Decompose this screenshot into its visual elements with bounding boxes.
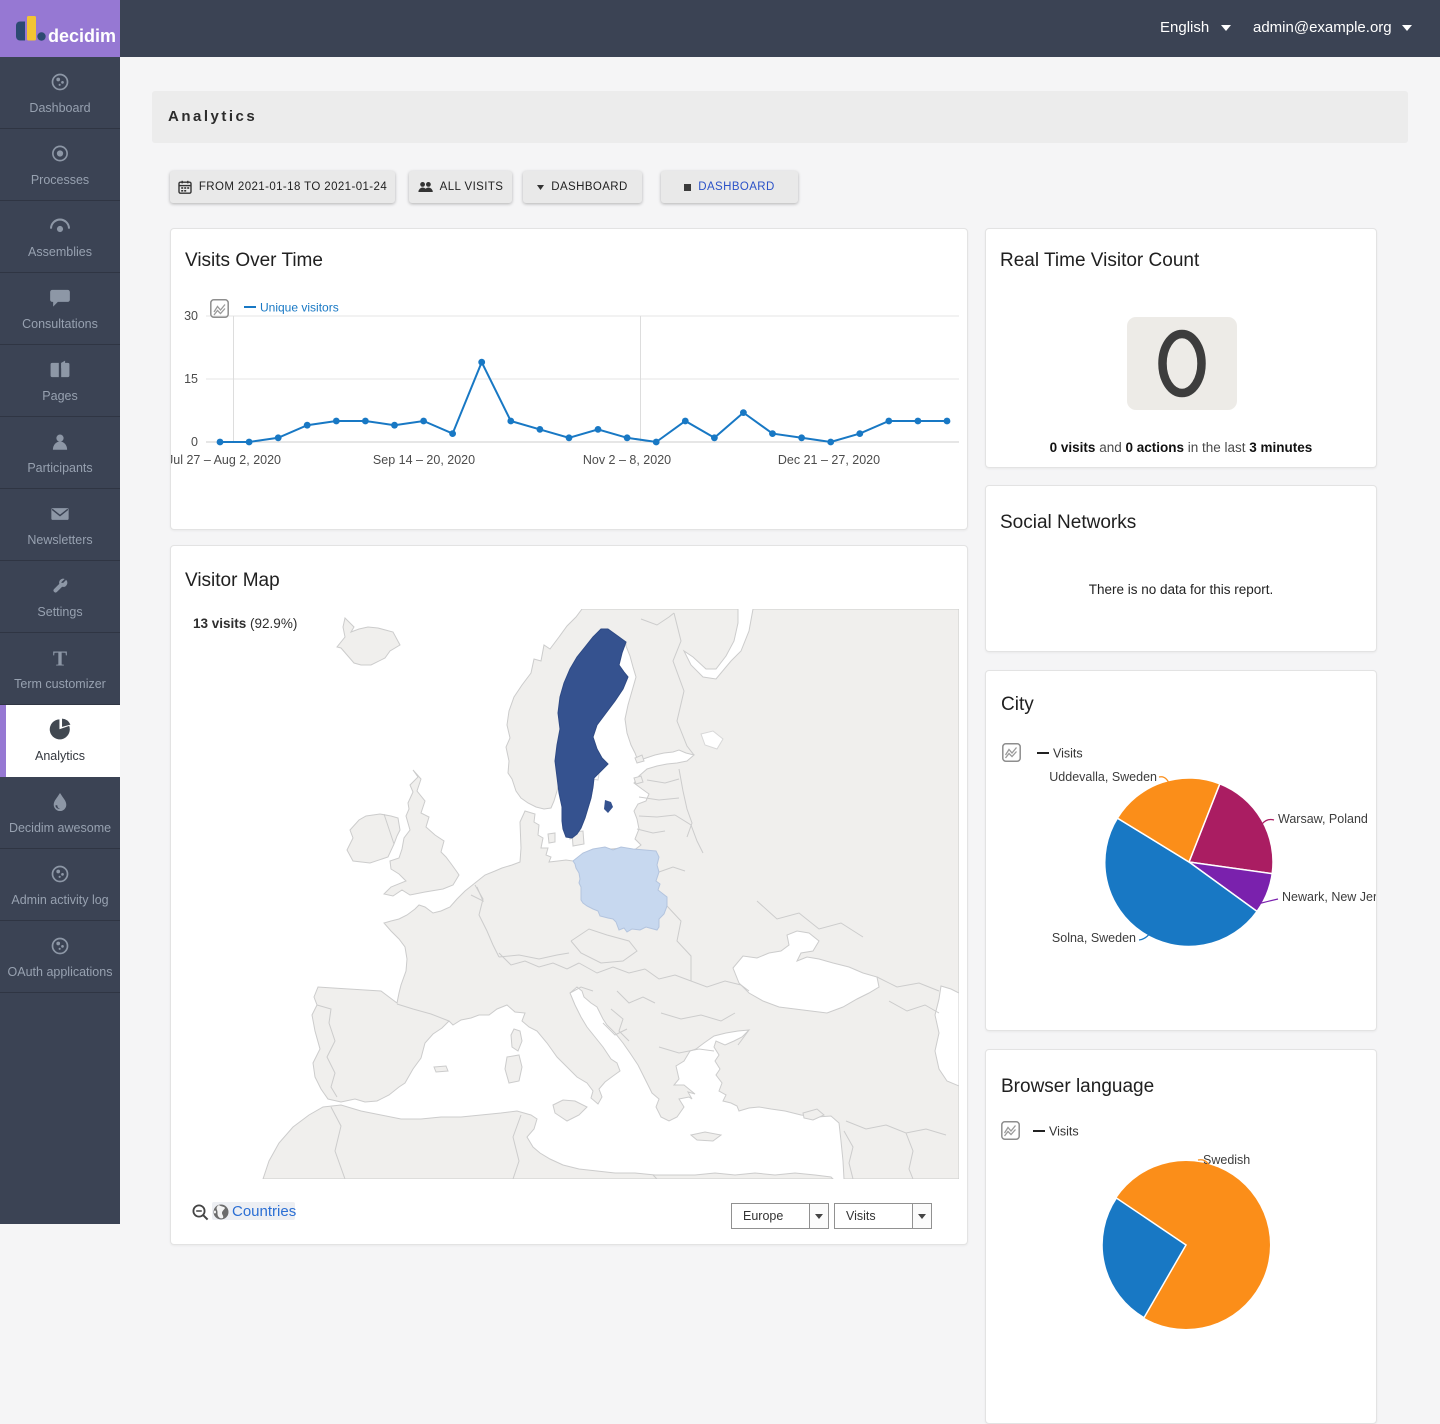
svg-text:T: T — [53, 646, 67, 670]
svg-text:Solna, Sweden: Solna, Sweden — [1052, 931, 1136, 945]
svg-text:Dec 21 – 27, 2020: Dec 21 – 27, 2020 — [778, 453, 880, 467]
svg-text:Newark, New Jersey, United Sta: Newark, New Jersey, United States — [1282, 890, 1376, 904]
svg-text:Swedish: Swedish — [1203, 1153, 1250, 1167]
svg-text:Jul 27 – Aug 2, 2020: Jul 27 – Aug 2, 2020 — [171, 453, 281, 467]
svg-text:0: 0 — [191, 435, 198, 449]
svg-text:Warsaw, Poland: Warsaw, Poland — [1278, 812, 1368, 826]
svg-text:decidim: decidim — [48, 26, 116, 46]
svg-text:Visits: Visits — [1049, 1125, 1079, 1139]
svg-text:15: 15 — [184, 372, 198, 386]
svg-text:30: 30 — [184, 309, 198, 323]
svg-text:Nov 2 – 8, 2020: Nov 2 – 8, 2020 — [583, 453, 671, 467]
svg-text:Uddevalla, Sweden: Uddevalla, Sweden — [1049, 770, 1157, 784]
svg-text:Unique visitors: Unique visitors — [260, 301, 339, 315]
svg-text:Visits: Visits — [1053, 747, 1083, 761]
svg-text:Sep 14 – 20, 2020: Sep 14 – 20, 2020 — [373, 453, 475, 467]
